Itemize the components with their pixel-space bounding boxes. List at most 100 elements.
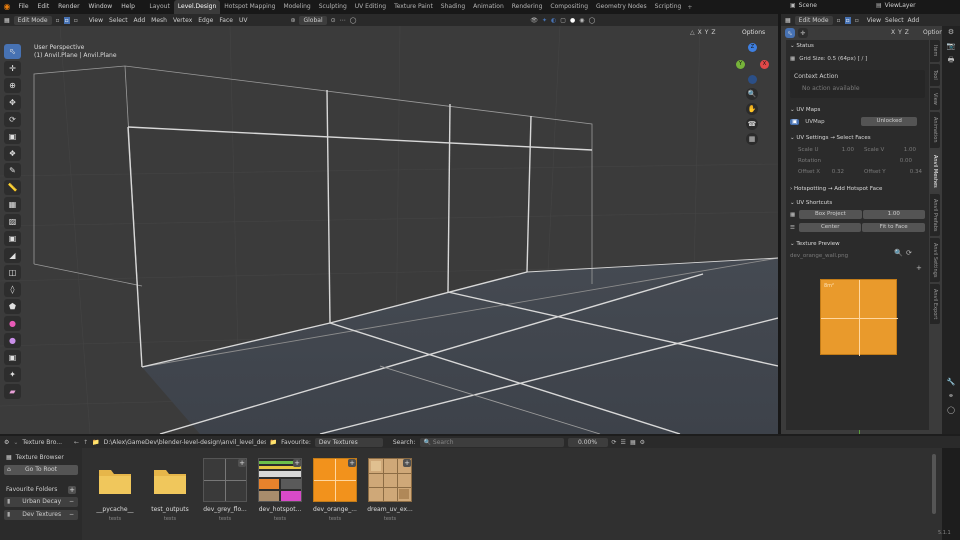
menu-face[interactable]: Face	[216, 17, 236, 24]
mode-dropdown[interactable]: Edit Mode	[13, 15, 52, 25]
right-select-face-icon[interactable]: ▫	[855, 17, 859, 24]
sort-icon[interactable]: ☰	[621, 439, 626, 446]
tab-anvil-prefabs[interactable]: Anvil Prefabs	[930, 194, 940, 236]
tab-animation[interactable]: Animation	[469, 0, 508, 14]
right-menu-view[interactable]: View	[867, 17, 881, 24]
bevel-icon[interactable]: ◢	[4, 248, 21, 263]
add-cube-icon[interactable]: ▦	[4, 197, 21, 212]
editor-type-icon[interactable]: ▦	[4, 17, 10, 24]
right-select-icon[interactable]: ⬁	[785, 28, 795, 38]
tab-geometry-nodes[interactable]: Geometry Nodes	[592, 0, 651, 14]
scale-icon[interactable]: ▣	[4, 129, 21, 144]
browser-up-icon[interactable]: ↑	[83, 439, 88, 446]
shading-solid-icon[interactable]: ●	[570, 17, 575, 24]
extrude-icon[interactable]: ▨	[4, 214, 21, 229]
uv-map-name[interactable]: UVMap	[805, 119, 861, 125]
favourite-dev-textures[interactable]: ▮ Dev Textures −	[4, 510, 78, 520]
center-button[interactable]: Center	[798, 223, 862, 232]
offset-x-field[interactable]: 0.32	[828, 169, 844, 175]
uv-maps-header[interactable]: ⌄ UV Maps	[786, 104, 929, 116]
scene-selector[interactable]: ▣ Scene	[790, 2, 817, 9]
menu-edit[interactable]: Edit	[33, 0, 54, 14]
browser-back-icon[interactable]: ←	[74, 439, 79, 446]
shading-material-icon[interactable]: ◉	[579, 17, 584, 24]
browser-editor-icon[interactable]: ⚙	[4, 439, 9, 446]
visibility-icon[interactable]: 👁	[530, 17, 538, 24]
select-mode-edge-icon[interactable]: ▫	[63, 16, 70, 24]
right-move-icon[interactable]: ✛	[798, 28, 808, 38]
poly-build-icon[interactable]: ⬟	[4, 299, 21, 314]
box-project-size-field[interactable]: 1.00	[862, 210, 925, 219]
smooth-icon[interactable]: ●	[4, 333, 21, 348]
tool-props-icon[interactable]: ⚙	[944, 28, 958, 40]
tab-item[interactable]: Item	[930, 40, 940, 62]
annotate-icon[interactable]: ✎	[4, 163, 21, 178]
right-select-edge-icon[interactable]: ▫	[844, 16, 851, 24]
inset-icon[interactable]: ▣	[4, 231, 21, 246]
tab-texture-paint[interactable]: Texture Paint	[390, 0, 437, 14]
panel-add-icon[interactable]: +	[916, 264, 922, 272]
right-axis-z[interactable]: Z	[905, 29, 909, 36]
transform-orientation-dropdown[interactable]: Global	[299, 15, 327, 25]
browser-editor-dropdown-icon[interactable]: ⌄	[13, 439, 18, 446]
filter-icon[interactable]: ▦	[630, 439, 636, 446]
box-project-button[interactable]: Box Project	[799, 210, 862, 219]
hotspotting-header[interactable]: › Hotspotting → Add Hotspot Face	[786, 183, 929, 195]
overlay-toggle-icon[interactable]: ◐	[551, 17, 556, 24]
navigation-gizmo[interactable]: Z X Y 🔍 ✋ ☎ ▦	[730, 42, 774, 172]
right-axis-y[interactable]: Y	[898, 29, 902, 36]
mirror-z-toggle[interactable]: Z	[711, 29, 715, 36]
knife-icon[interactable]: ◊	[4, 282, 21, 297]
zoom-slider[interactable]: 0.00%	[567, 437, 608, 447]
transform-icon[interactable]: ❖	[4, 146, 21, 161]
spin-icon[interactable]: ●	[4, 316, 21, 331]
tab-uv-editing[interactable]: UV Editing	[351, 0, 390, 14]
physics-icon[interactable]: ◯	[944, 406, 958, 418]
tab-animation-side[interactable]: Animation	[930, 112, 940, 148]
menu-vertex[interactable]: Vertex	[170, 17, 195, 24]
right-axis-x[interactable]: X	[891, 29, 895, 36]
render-props-icon[interactable]: 📷	[944, 42, 958, 54]
panel-search-icon[interactable]: 🔍	[894, 249, 903, 257]
tab-anvil-meshes[interactable]: Anvil Meshes	[930, 150, 940, 192]
select-mode-vertex-icon[interactable]: ▫	[56, 17, 60, 24]
add-texture-icon[interactable]: +	[238, 459, 246, 467]
right-select-vertex-icon[interactable]: ▫	[837, 17, 841, 24]
rip-icon[interactable]: ▰	[4, 384, 21, 399]
menu-edge[interactable]: Edge	[195, 17, 216, 24]
pivot-icon[interactable]: ⊙	[331, 17, 336, 24]
modifier-icon[interactable]: 🔧	[944, 378, 958, 390]
tab-rendering[interactable]: Rendering	[508, 0, 547, 14]
add-texture-icon[interactable]: +	[293, 459, 301, 467]
refresh-icon[interactable]: ⟳	[612, 439, 617, 446]
select-box-icon[interactable]: ⬁	[4, 44, 21, 59]
menu-file[interactable]: File	[14, 0, 33, 14]
cursor-3d-icon[interactable]: ⊕	[4, 78, 21, 93]
menu-add[interactable]: Add	[131, 17, 149, 24]
gizmo-x-axis[interactable]: X	[760, 60, 769, 69]
transform-orientation-icon[interactable]: ⊛	[290, 17, 295, 24]
menu-uv[interactable]: UV	[236, 17, 251, 24]
menu-window[interactable]: Window	[84, 0, 117, 14]
menu-view[interactable]: View	[86, 17, 106, 24]
xray-toggle-icon[interactable]: ▢	[560, 17, 566, 24]
browser-editor-label[interactable]: Texture Bro...	[22, 439, 62, 446]
uv-shortcuts-header[interactable]: ⌄ UV Shortcuts	[786, 197, 929, 209]
loop-cut-icon[interactable]: ◫	[4, 265, 21, 280]
tab-tool[interactable]: Tool	[930, 64, 940, 86]
scale-v-field[interactable]: 1.00	[894, 147, 916, 153]
right-mode-dropdown[interactable]: Edit Mode	[794, 15, 833, 25]
blender-logo-icon[interactable]: ◉	[0, 2, 14, 12]
tab-compositing[interactable]: Compositing	[546, 0, 592, 14]
tab-anvil-settings[interactable]: Anvil Settings	[930, 238, 940, 282]
options-dropdown[interactable]: Options	[742, 29, 765, 36]
select-mode-face-icon[interactable]: ▫	[74, 17, 78, 24]
offset-y-field[interactable]: 0.34	[894, 169, 922, 175]
particles-icon[interactable]: ⚭	[944, 392, 958, 404]
browser-path[interactable]: D:\Alex\GameDev\blender-level-design\anv…	[104, 439, 266, 446]
scrollbar[interactable]	[932, 454, 936, 514]
3d-viewport[interactable]: User Perspective (1) Anvil.Plane | Anvil…	[0, 26, 778, 434]
menu-render[interactable]: Render	[54, 0, 84, 14]
favourite-urban-decay[interactable]: ▮ Urban Decay −	[4, 497, 78, 507]
tab-layout[interactable]: Layout	[145, 0, 173, 14]
